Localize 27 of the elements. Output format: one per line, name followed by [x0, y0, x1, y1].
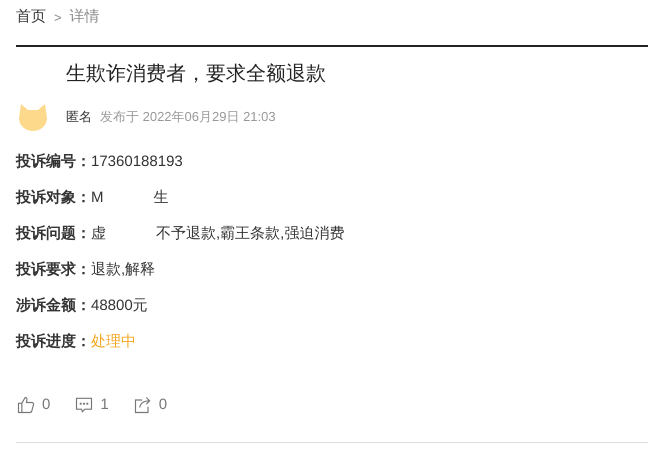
comment-button[interactable]: 1 — [74, 394, 109, 416]
field-label: 投诉编号： — [16, 152, 91, 172]
field-value: 处理中 — [91, 332, 136, 352]
breadcrumb-link[interactable]: 首页 — [16, 6, 46, 29]
publish-time: 发布于 2022年06月29日 21:03 — [100, 108, 276, 126]
field-label: 投诉进度： — [16, 332, 91, 352]
share-button[interactable]: 0 — [132, 394, 168, 416]
field-value: 17360188193 — [91, 152, 183, 172]
comment-icon — [74, 395, 94, 415]
field-value: 虚 — [91, 224, 106, 244]
author-name: 匿名 — [66, 108, 92, 126]
field-value: M — [91, 188, 104, 208]
cat-avatar-icon — [16, 102, 50, 132]
field-label: 投诉要求： — [16, 260, 91, 280]
complaint-title: 生欺诈消费者，要求全额退款 — [66, 62, 326, 87]
thumbs-up-icon — [16, 395, 36, 415]
field-value: 生 — [154, 188, 168, 208]
like-button[interactable]: 0 — [16, 394, 50, 416]
field-value: 不予退款,霸王条款,强迫消费 — [156, 224, 344, 244]
field-value: 48800元 — [91, 296, 148, 316]
breadcrumb-separator: > — [54, 8, 62, 27]
field-value: 退款,解释 — [91, 260, 156, 280]
breadcrumb-link[interactable]: 详情 — [70, 6, 100, 29]
field-label: 投诉问题： — [16, 224, 91, 244]
share-icon — [132, 395, 153, 415]
field-label: 涉诉金额： — [16, 296, 91, 316]
field-label: 投诉对象： — [16, 188, 91, 208]
